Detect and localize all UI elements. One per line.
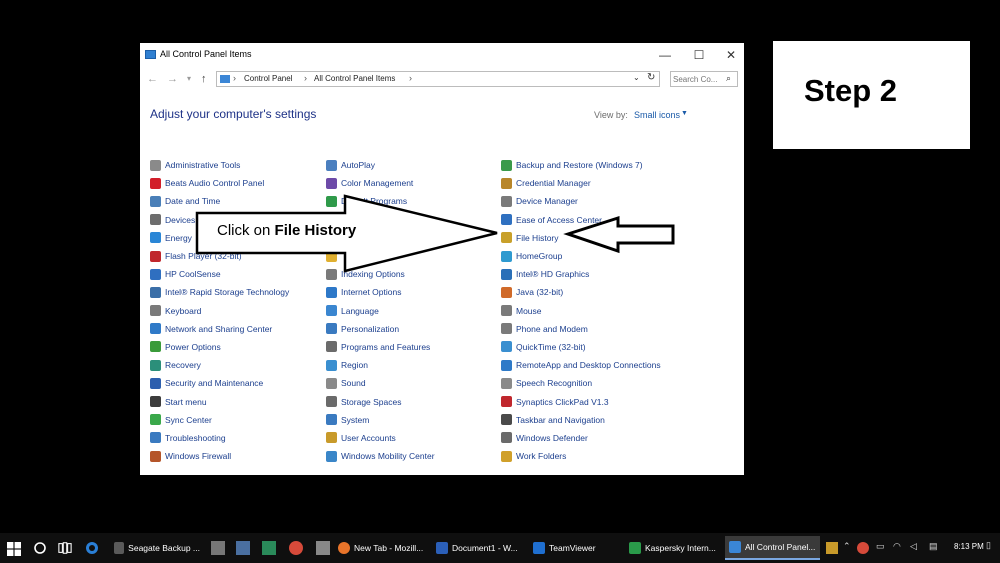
taskbar-item-control-panel[interactable]: All Control Panel...	[725, 536, 820, 560]
taskbar-item-label: New Tab - Mozill...	[354, 543, 424, 553]
edge-browser-icon[interactable]	[85, 541, 99, 555]
maps-icon[interactable]	[262, 541, 276, 555]
small-arrow-shape	[563, 215, 675, 254]
taskbar-item-label: TeamViewer	[549, 543, 596, 553]
chrome-icon[interactable]	[289, 541, 303, 555]
chrome-tray-icon[interactable]	[857, 542, 869, 554]
battery-icon[interactable]: ▭	[876, 541, 885, 552]
task-view-icon[interactable]	[58, 541, 72, 555]
store-icon[interactable]	[211, 541, 225, 555]
callout-prefix: Click on	[217, 222, 275, 239]
keyboard-icon[interactable]: ▤	[929, 541, 938, 552]
taskbar-item-kaspersky[interactable]: Kaspersky Intern...	[629, 536, 719, 560]
volume-icon[interactable]: ◁	[910, 541, 917, 552]
taskbar-item-label: All Control Panel...	[745, 542, 816, 552]
callout-target: File History	[274, 222, 357, 239]
taskbar-item-firefox[interactable]: New Tab - Mozill...	[338, 536, 430, 560]
taskbar-item-teamviewer[interactable]: TeamViewer	[533, 536, 623, 560]
word-icon	[436, 542, 448, 554]
show-hidden-icons-chevron-icon[interactable]: ⌃	[843, 541, 851, 552]
taskbar-item-label: Document1 - W...	[452, 543, 518, 553]
taskbar-item-seagate[interactable]: Seagate Backup ...	[114, 536, 200, 560]
pinned-app-icon[interactable]	[316, 541, 330, 555]
user-tray-icon[interactable]	[826, 542, 838, 554]
windows-start-icon[interactable]	[7, 542, 21, 556]
seagate-icon	[114, 542, 125, 554]
search-cortana-icon[interactable]	[33, 541, 47, 555]
photos-icon[interactable]	[236, 541, 250, 555]
taskbar: Seagate Backup ... New Tab - Mozill... D…	[0, 533, 1000, 563]
annotation-callout: Click on File History	[217, 222, 356, 239]
taskbar-item-word[interactable]: Document1 - W...	[436, 536, 526, 560]
teamviewer-icon	[533, 542, 545, 554]
wifi-icon[interactable]: ◠	[893, 541, 901, 552]
step-label-box: Step 2	[773, 41, 970, 149]
kaspersky-icon	[629, 542, 641, 554]
taskbar-item-label: Kaspersky Intern...	[645, 543, 716, 553]
action-center-icon[interactable]: ▯	[986, 540, 991, 551]
clock[interactable]: 8:13 PM	[954, 542, 984, 551]
control-panel-taskbar-icon	[729, 541, 741, 553]
taskbar-item-label: Seagate Backup ...	[128, 543, 200, 553]
firefox-icon	[338, 542, 350, 554]
step-label: Step 2	[804, 73, 898, 108]
